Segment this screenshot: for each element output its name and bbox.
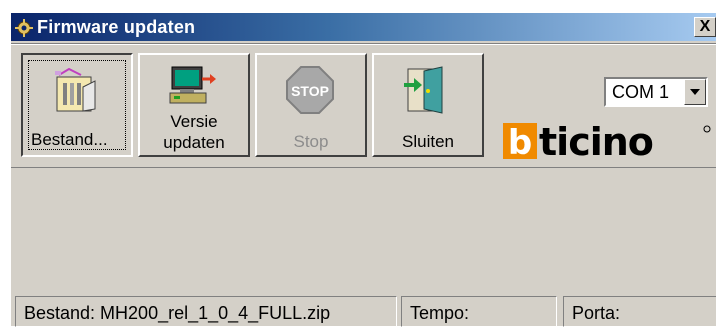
update-version-button[interactable]: Versie updaten bbox=[138, 53, 250, 157]
window-title: Firmware updaten bbox=[37, 17, 196, 37]
close-app-label: Sluiten bbox=[402, 132, 454, 151]
title-bar[interactable]: Firmware updaten X bbox=[11, 13, 716, 41]
com-port-value: COM 1 bbox=[612, 82, 670, 102]
file-button-label: Bestand... bbox=[31, 130, 108, 149]
svg-text:ticino: ticino bbox=[539, 121, 653, 161]
update-version-label-1: Versie bbox=[170, 112, 218, 131]
file-open-icon bbox=[55, 67, 96, 112]
status-tempo: Tempo: bbox=[410, 303, 470, 323]
file-button[interactable]: Bestand... bbox=[21, 53, 133, 157]
exit-door-icon bbox=[404, 66, 443, 114]
close-app-button[interactable]: Sluiten bbox=[372, 53, 484, 157]
firmware-window: Firmware updaten X Bestand... Versie upd… bbox=[10, 12, 716, 327]
chevron-down-icon bbox=[690, 89, 700, 95]
bticino-logo: b ticino bbox=[503, 121, 711, 161]
status-tempo-panel: Tempo: bbox=[401, 296, 557, 327]
content-area bbox=[11, 167, 716, 296]
close-button[interactable]: X bbox=[694, 17, 716, 37]
dropdown-button[interactable] bbox=[684, 79, 706, 105]
stop-button[interactable]: STOP Stop bbox=[255, 53, 367, 157]
com-port-select[interactable]: COM 1 bbox=[604, 77, 708, 107]
svg-text:STOP: STOP bbox=[291, 83, 329, 99]
toolbar-divider bbox=[11, 43, 716, 45]
svg-text:b: b bbox=[508, 123, 532, 161]
close-icon: X bbox=[699, 18, 711, 35]
stop-sign-icon: STOP bbox=[286, 66, 334, 114]
status-file-panel: Bestand: MH200_rel_1_0_4_FULL.zip bbox=[15, 296, 397, 327]
status-porta-panel: Porta: bbox=[563, 296, 716, 327]
status-file: Bestand: MH200_rel_1_0_4_FULL.zip bbox=[24, 303, 331, 323]
computer-upload-icon bbox=[169, 66, 216, 104]
app-icon bbox=[15, 19, 33, 37]
status-porta: Porta: bbox=[572, 303, 621, 323]
update-version-label-2: updaten bbox=[163, 133, 225, 152]
stop-button-label: Stop bbox=[293, 132, 329, 151]
